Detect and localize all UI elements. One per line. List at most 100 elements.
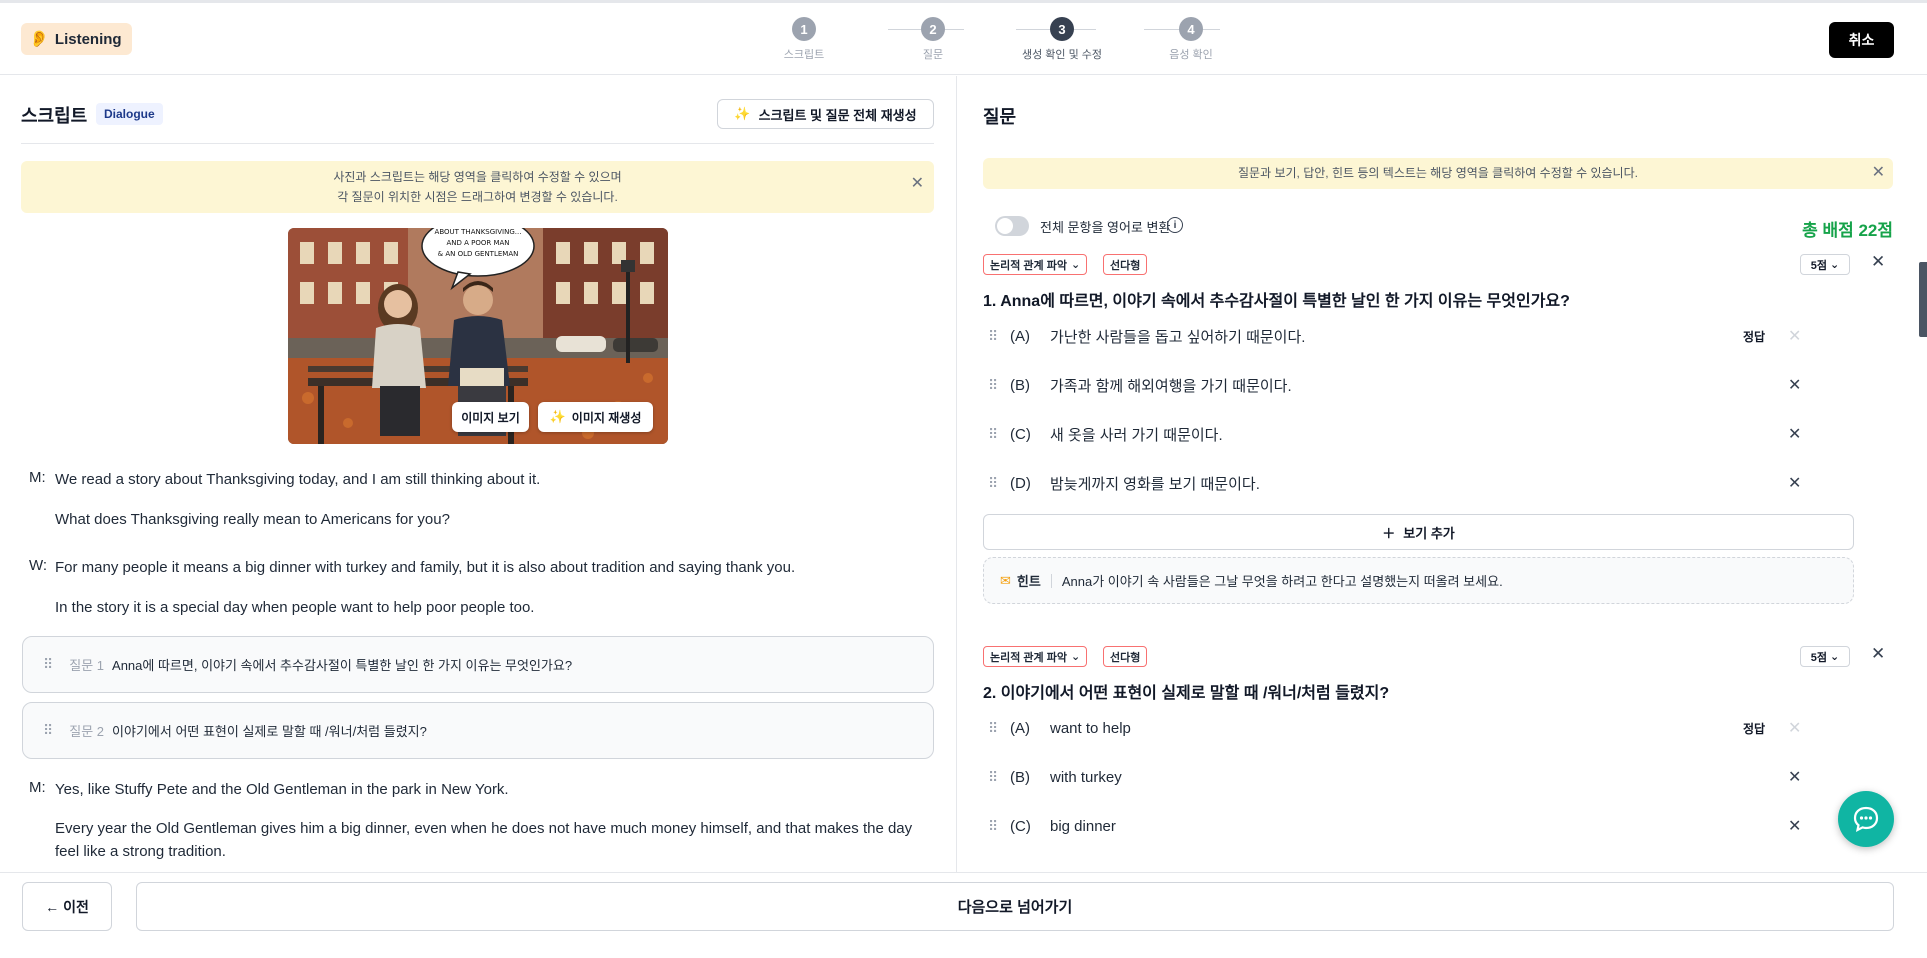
side-scroll-tab[interactable] [1919, 262, 1927, 337]
close-icon: ✕ [1788, 720, 1802, 737]
question-marker-1[interactable]: ⠿ 질문 1 Anna에 따르면, 이야기 속에서 추수감사절이 특별한 날인 … [22, 636, 934, 693]
question-title[interactable]: 2. 이야기에서 어떤 표현이 실제로 말할 때 /워너/처럼 들렸지? [983, 679, 1389, 703]
step-4[interactable]: 4 음성 확인 [1151, 17, 1231, 62]
option-text[interactable]: 밤늦게까지 영화를 보기 때문이다. [1050, 473, 1868, 494]
envelope-icon: ✉ [1000, 572, 1011, 588]
hint-text[interactable]: Anna가 이야기 속 사람들은 그날 무엇을 하려고 한다고 설명했는지 떠올… [1062, 571, 1503, 590]
chat-support-button[interactable] [1838, 791, 1894, 847]
correct-answer-label: 정답 [1743, 721, 1766, 736]
drag-handle-icon[interactable]: ⠿ [43, 722, 53, 739]
close-icon[interactable]: ✕ [1788, 424, 1801, 444]
info-icon[interactable]: i [1167, 217, 1183, 233]
question-marker-text: Anna에 따르면, 이야기 속에서 추수감사절이 특별한 날인 한 가지 이유… [112, 658, 573, 673]
previous-button[interactable]: ← 이전 [22, 882, 112, 931]
plus-icon: ＋ [1382, 525, 1396, 541]
regenerate-all-button[interactable]: ✨ 스크립트 및 질문 전체 재생성 [717, 99, 934, 129]
mode-label: Listening [54, 30, 122, 48]
step-1[interactable]: 1 스크립트 [764, 17, 844, 62]
step-2[interactable]: 2 질문 [893, 17, 973, 62]
script-notice: 사진과 스크립트는 해당 영역을 클릭하여 수정할 수 있으며 각 질문이 위치… [21, 161, 934, 213]
speaker-label: W: [29, 557, 48, 574]
option-letter: (A) [1010, 327, 1030, 345]
option-row[interactable]: ⠿ (A) want to help 정답 ✕ [988, 713, 1868, 743]
script-line[interactable]: In the story it is a special day when pe… [55, 596, 935, 619]
points-label: 5점 [1810, 259, 1828, 272]
script-line[interactable]: For many people it means a big dinner wi… [55, 556, 935, 579]
magic-wand-icon: ✨ [734, 106, 751, 121]
script-image[interactable]: ABOUT THANKSGIVING... AND A POOR MAN & A… [288, 228, 668, 444]
drag-handle-icon[interactable]: ⠿ [988, 377, 1010, 394]
script-title: 스크립트 [21, 106, 88, 126]
category-dropdown[interactable]: 논리적 관계 파악 ⌄ [983, 254, 1088, 275]
footer-bar: ← 이전 다음으로 넘어가기 [0, 872, 1927, 958]
drag-handle-icon[interactable]: ⠿ [988, 769, 1010, 786]
option-row[interactable]: ⠿ (C) 새 옷을 사러 가기 때문이다. ✕ [988, 419, 1868, 449]
close-icon: ✕ [1788, 328, 1802, 345]
option-row[interactable]: ⠿ (A) 가난한 사람들을 돕고 싶어하기 때문이다. 정답 ✕ [988, 321, 1868, 351]
question-marker-label: 질문 1 [69, 658, 105, 673]
points-dropdown[interactable]: 5점 ⌄ [1800, 646, 1850, 667]
question-marker-2[interactable]: ⠿ 질문 2 이야기에서 어떤 표현이 실제로 말할 때 /워너/처럼 들렸지? [22, 702, 934, 759]
close-icon[interactable]: ✕ [1872, 163, 1885, 183]
script-line[interactable]: Yes, like Stuffy Pete and the Old Gentle… [55, 778, 935, 801]
ear-icon: 👂 [29, 31, 49, 48]
option-row[interactable]: ⠿ (D) 밤늦게까지 영화를 보기 때문이다. ✕ [988, 468, 1868, 498]
hint-box[interactable]: ✉ 힌트 Anna가 이야기 속 사람들은 그날 무엇을 하려고 한다고 설명했… [983, 557, 1854, 604]
option-text[interactable]: 새 옷을 사러 가기 때문이다. [1050, 424, 1868, 445]
option-row[interactable]: ⠿ (B) 가족과 함께 해외여행을 가기 때문이다. ✕ [988, 370, 1868, 400]
mode-badge: 👂 Listening [21, 23, 132, 55]
questions-notice: 질문과 보기, 답안, 힌트 등의 텍스트는 해당 영역을 클릭하여 수정할 수… [983, 158, 1893, 189]
script-line[interactable]: What does Thanksgiving really mean to Am… [55, 508, 935, 531]
question-title[interactable]: 1. Anna에 따르면, 이야기 속에서 추수감사절이 특별한 날인 한 가지… [983, 287, 1570, 311]
step-label: 스크립트 [783, 49, 825, 61]
category-dropdown[interactable]: 논리적 관계 파악 ⌄ [983, 646, 1088, 667]
cancel-button[interactable]: 취소 [1829, 22, 1894, 58]
option-row[interactable]: ⠿ (C) big dinner ✕ [988, 811, 1868, 841]
regenerate-image-button[interactable]: ✨ 이미지 재생성 [538, 402, 653, 432]
question-type-badge: 선다형 [1103, 646, 1148, 667]
option-text[interactable]: big dinner [1050, 818, 1868, 835]
english-toggle[interactable] [995, 216, 1029, 236]
speech-line-3: & AN OLD GENTLEMAN [438, 250, 519, 258]
step-number: 1 [792, 17, 816, 41]
close-icon[interactable]: ✕ [1788, 767, 1801, 787]
speech-line-2: AND A POOR MAN [446, 239, 509, 247]
drag-handle-icon[interactable]: ⠿ [988, 328, 1010, 345]
step-number: 4 [1179, 17, 1203, 41]
add-option-label: 보기 추가 [1403, 525, 1455, 541]
add-option-button[interactable]: ＋ 보기 추가 [983, 514, 1854, 550]
drag-handle-icon[interactable]: ⠿ [988, 720, 1010, 737]
delete-question-icon[interactable]: ✕ [1871, 252, 1885, 272]
drag-handle-icon[interactable]: ⠿ [988, 475, 1010, 492]
next-button[interactable]: 다음으로 넘어가기 [136, 882, 1894, 931]
drag-handle-icon[interactable]: ⠿ [43, 656, 53, 673]
close-icon[interactable]: ✕ [911, 174, 924, 194]
option-letter: (B) [1010, 768, 1030, 786]
divider [21, 143, 934, 144]
option-text[interactable]: with turkey [1050, 769, 1868, 786]
option-letter: (D) [1010, 474, 1031, 492]
view-image-button[interactable]: 이미지 보기 [452, 402, 529, 432]
script-line[interactable]: Every year the Old Gentleman gives him a… [55, 817, 935, 863]
previous-label: 이전 [63, 898, 89, 915]
close-icon[interactable]: ✕ [1788, 473, 1801, 493]
question-type-badge: 선다형 [1103, 254, 1148, 275]
option-row[interactable]: ⠿ (B) with turkey ✕ [988, 762, 1868, 792]
questions-panel: 질문 질문과 보기, 답안, 힌트 등의 텍스트는 해당 영역을 클릭하여 수정… [958, 76, 1927, 872]
close-icon[interactable]: ✕ [1788, 375, 1801, 395]
option-text[interactable]: 가족과 함께 해외여행을 가기 때문이다. [1050, 375, 1868, 396]
script-panel: 스크립트 Dialogue ✨ 스크립트 및 질문 전체 재생성 사진과 스크립… [0, 76, 957, 872]
magic-wand-icon: ✨ [549, 409, 566, 424]
script-line[interactable]: We read a story about Thanksgiving today… [55, 468, 935, 491]
close-icon[interactable]: ✕ [1788, 816, 1801, 836]
category-label: 논리적 관계 파악 [990, 259, 1067, 272]
total-score: 총 배점 22점 [1802, 221, 1893, 240]
drag-handle-icon[interactable]: ⠿ [988, 818, 1010, 835]
notice-line-1: 사진과 스크립트는 해당 영역을 클릭하여 수정할 수 있으며 [333, 170, 622, 184]
category-label: 논리적 관계 파악 [990, 651, 1067, 664]
points-dropdown[interactable]: 5점 ⌄ [1800, 254, 1850, 275]
delete-question-icon[interactable]: ✕ [1871, 644, 1885, 664]
toggle-knob [997, 218, 1013, 234]
drag-handle-icon[interactable]: ⠿ [988, 426, 1010, 443]
step-3[interactable]: 3 생성 확인 및 수정 [1022, 17, 1102, 62]
